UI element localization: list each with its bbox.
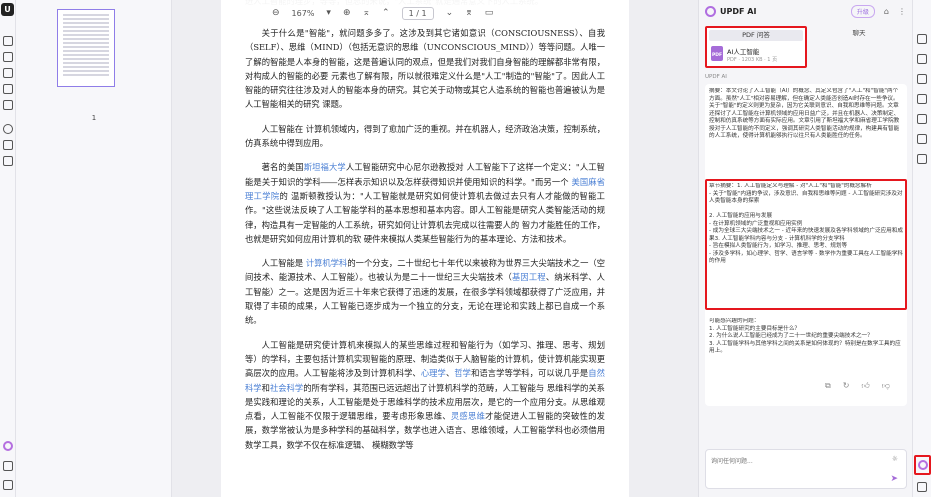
send-icon[interactable]: ➤	[890, 474, 898, 484]
page-tools-icon[interactable]	[3, 156, 13, 166]
zoom-level[interactable]: 167%	[292, 9, 315, 18]
tab-chat[interactable]: 聊天	[811, 28, 907, 39]
ask-box: ☼ ➤	[705, 449, 907, 489]
ai-panel-title: UPDF AI	[720, 6, 757, 16]
ai-panel: UPDF AI 升级 ⌂ ⋮ PDF 问答 PDF AI人工智能 PDF · 1…	[698, 0, 912, 497]
ai-panel-header: UPDF AI 升级 ⌂ ⋮	[699, 0, 912, 22]
document-link[interactable]: 社会科学	[270, 383, 303, 393]
comment-icon[interactable]	[3, 52, 13, 62]
reader-icon[interactable]	[3, 36, 13, 46]
file-meta: PDF · 1203 KB · 1 页	[727, 57, 778, 63]
left-tool-rail: U	[0, 0, 16, 497]
right-tool-rail	[912, 0, 931, 497]
chapter-summary-text: 章节摘要：1. 人工智能定义与理解 - 对"人工"和"智能"的概念解析 - 关于…	[709, 183, 903, 264]
document-link[interactable]: 基因工程	[512, 272, 546, 282]
upgrade-button[interactable]: 升级	[850, 4, 875, 18]
save-as-icon[interactable]	[917, 154, 927, 164]
document-area: 进人工智能的理步，等等，但总的来说，"人工系统"就是通常意义下的人工系统。关于什…	[172, 0, 698, 497]
updf-ai-logo-icon	[705, 5, 716, 17]
attachment-icon[interactable]	[3, 480, 13, 490]
document-text: 关于什么是"智能"，就问题多多了。这涉及到其它诸如意识（CONSCIOUSNES…	[245, 28, 605, 110]
pdf-file-icon: PDF	[711, 46, 723, 61]
zoom-out-icon[interactable]: ⊖	[272, 8, 280, 18]
document-text: 人工智能在 计算机领域内，得到了愈加广泛的重视。并在机器人，经济政治决策，控制系…	[245, 123, 605, 149]
presentation-icon[interactable]: ▭	[485, 8, 494, 18]
document-paragraph: 人工智能是 计算机学科的一个分支，二十世纪七十年代以来被称为世界三大尖端技术之一…	[245, 256, 605, 327]
ai-assistant-icon[interactable]	[3, 441, 13, 451]
document-text: 和	[261, 382, 270, 393]
document-text: 著名的美国	[261, 162, 304, 173]
page-navigator: 1 / 1	[401, 6, 434, 20]
credits-icon[interactable]: ⌂	[884, 7, 889, 16]
document-paragraph: 人工智能在 计算机领域内，得到了愈加广泛的重视。并在机器人，经济政治决策，控制系…	[245, 122, 605, 151]
response-actions: ⧉ ↻ 👍︎ 👎︎	[825, 381, 890, 391]
document-link[interactable]: 心理学	[421, 368, 446, 378]
pdf-page: 进人工智能的理步，等等，但总的来说，"人工系统"就是通常意义下的人工系统。关于什…	[221, 0, 629, 497]
document-link[interactable]: 斯坦福大学	[304, 162, 346, 172]
document-paragraph: 著名的美国斯坦福大学人工智能研究中心尼尔逊教授对 人工智能下了这样一个定义："人…	[245, 160, 605, 246]
form-icon[interactable]	[3, 84, 13, 94]
ai-response-label: UPDF AI	[705, 74, 727, 80]
page-number-input[interactable]: 1 / 1	[401, 6, 434, 20]
page-thumbnail[interactable]	[57, 9, 115, 87]
prompt-tips-icon[interactable]: ☼	[892, 455, 898, 463]
export-pdf-icon[interactable]	[917, 54, 927, 64]
zoom-in-icon[interactable]: ⊕	[343, 8, 351, 18]
document-text: 和语言学等学科，可以说几乎是	[471, 368, 589, 379]
more-options-icon[interactable]: ⋮	[898, 7, 906, 16]
document-link[interactable]: 计算机学科	[306, 258, 348, 268]
updf-logo-icon[interactable]: U	[1, 3, 14, 16]
pdf-qa-tab-panel: PDF 问答 PDF AI人工智能 PDF · 1203 KB · 1 页	[705, 26, 807, 68]
document-body: 关于什么是"智能"，就问题多多了。这涉及到其它诸如意识（CONSCIOUSNES…	[245, 26, 605, 452]
tab-pdf-qa[interactable]: PDF 问答	[709, 30, 803, 41]
document-toolbar: ⊖ 167% ▾ ⊕ ⌅ ⌃ 1 / 1 ⌄ ⌆ ▭	[272, 5, 493, 21]
ai-rail-highlight	[914, 455, 931, 475]
prev-page-icon[interactable]: ⌃	[382, 8, 390, 18]
ocr-icon[interactable]	[3, 124, 13, 134]
zoom-dropdown-icon[interactable]: ▾	[326, 8, 331, 18]
document-link[interactable]: 灵感思维	[451, 411, 485, 421]
next-page-icon[interactable]: ⌄	[446, 8, 454, 18]
edit-icon[interactable]	[3, 68, 13, 78]
first-page-icon[interactable]: ⌅	[363, 8, 371, 18]
suggested-questions-text: 可能感兴趣的问题： 1. 人工智能研究的主要目标是什么？ 2. 为什么说人工智能…	[709, 318, 901, 354]
summary-text: 摘要：本文讨论了人工智能（AI）的概念、其定义包含了"人工"和"智能"两个方面。…	[709, 88, 900, 139]
document-text: 的 温斯顿教授认为："人工智能就是研究如何使计算机去做过去只有人才能做的智能工作…	[245, 190, 605, 244]
document-text: 人工智能是	[261, 258, 306, 269]
document-link[interactable]: 哲学	[454, 368, 471, 378]
share-icon[interactable]	[917, 114, 927, 124]
organize-pages-icon[interactable]	[3, 100, 13, 110]
thumbs-up-icon[interactable]: 👍︎	[861, 381, 869, 391]
thumbnail-panel: 1	[16, 0, 172, 497]
convert-icon[interactable]	[917, 74, 927, 84]
protect-icon[interactable]	[3, 140, 13, 150]
regenerate-icon[interactable]: ↻	[843, 381, 850, 391]
print-icon[interactable]	[917, 94, 927, 104]
document-paragraph: 关于什么是"智能"，就问题多多了。这涉及到其它诸如意识（CONSCIOUSNES…	[245, 26, 605, 112]
thumbnail-page-number: 1	[91, 114, 97, 122]
thumbs-down-icon[interactable]: 👎︎	[882, 381, 890, 391]
document-paragraph: 人工智能是研究使计算机来模拟人的某些思维过程和智能行为（如学习、推理、思考、规划…	[245, 338, 605, 452]
ask-input[interactable]	[711, 455, 871, 467]
copy-icon[interactable]: ⧉	[825, 381, 831, 391]
email-icon[interactable]	[917, 134, 927, 144]
bookmark-icon[interactable]	[3, 461, 13, 471]
ai-response-card: 摘要：本文讨论了人工智能（AI）的概念、其定义包含了"人工"和"智能"两个方面。…	[705, 84, 907, 406]
comment-panel-icon[interactable]	[917, 482, 927, 492]
updf-ai-rail-icon[interactable]	[918, 460, 928, 470]
search-panel-icon[interactable]	[917, 34, 927, 44]
file-name: AI人工智能	[727, 48, 760, 56]
last-page-icon[interactable]: ⌆	[465, 8, 473, 18]
